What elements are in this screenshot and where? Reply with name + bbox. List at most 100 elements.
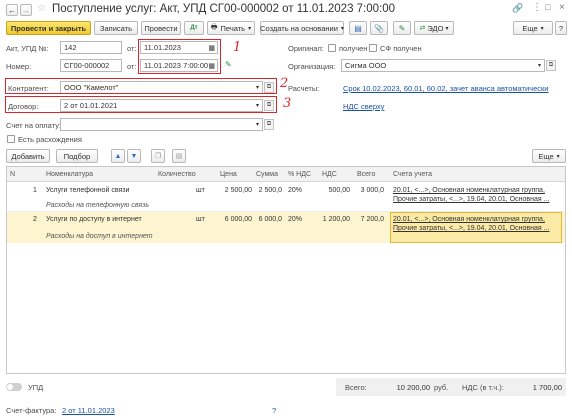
attach-button[interactable]: 📎 (370, 21, 388, 35)
vat-total-value: 1 700,00 (532, 383, 562, 392)
toggle-knob (7, 384, 13, 390)
row-number: 1 (33, 187, 37, 194)
row-total[interactable]: 3 000,0 (354, 187, 384, 194)
discrepancy-checkbox[interactable] (7, 135, 15, 143)
row-price[interactable]: 2 500,00 (218, 187, 252, 194)
write-button[interactable]: Записать (94, 21, 138, 35)
chevron-down-icon: ▾ (248, 25, 252, 32)
row-account-line-1[interactable]: 20.01, <...>, Основная номенклатурная гр… (393, 216, 545, 223)
number-field[interactable]: СГ00-000002 (60, 59, 122, 72)
favorite-star-icon[interactable]: ☆ (37, 3, 46, 14)
number-label: Номер: (6, 62, 32, 71)
original-label: Оригинал: (288, 44, 324, 53)
printer-icon: 🖶 (210, 23, 218, 31)
post-and-close-button[interactable]: Провести и закрыть (6, 21, 91, 35)
annotation-box-2 (5, 78, 277, 94)
annotation-box-3 (5, 96, 277, 113)
settlements-label: Расчеты: (288, 84, 320, 93)
chevron-down-icon: ▾ (445, 25, 449, 32)
row-total[interactable]: 7 200,0 (354, 216, 384, 223)
edo-button[interactable]: ⇄ ЭДО ▾ (414, 21, 454, 35)
help-link[interactable]: ? (272, 406, 276, 415)
edit-button[interactable]: ✎ (393, 21, 411, 35)
vat-total-label: НДС (в т.ч.): (462, 383, 504, 392)
sf-received-checkbox[interactable] (369, 44, 377, 52)
maximize-icon[interactable]: □ (545, 2, 550, 12)
row-sum[interactable]: 2 500,0 (254, 187, 282, 194)
col-qty: Количество (158, 171, 196, 178)
invoice-footer-label: Счет-фактура: (6, 406, 57, 415)
select-button[interactable]: Подбор (56, 149, 98, 163)
vat-on-top-link[interactable]: НДС сверху (343, 102, 384, 111)
edit-time-icon[interactable]: ✎ (225, 60, 232, 69)
add-row-button[interactable]: Добавить (6, 149, 50, 163)
datetime-field[interactable]: 11.01.2023 7:00:00 ▦ (140, 59, 218, 72)
row-item[interactable]: Услуги телефонной связи (46, 187, 129, 194)
total-label: Всего: (345, 383, 367, 392)
table-more-button[interactable]: Еще ▾ (532, 149, 566, 163)
row-account-line-1[interactable]: 20.01, <...>, Основная номенклатурная гр… (393, 187, 545, 194)
col-n: N (10, 171, 16, 178)
col-sum: Сумма (256, 171, 278, 178)
dropdown-icon[interactable]: ▾ (256, 121, 259, 128)
debit-credit-icon: Дт (190, 25, 198, 31)
row-content[interactable]: Расходы на доступ в интернет (46, 233, 153, 240)
help-button[interactable]: ? (555, 21, 567, 35)
row-sum[interactable]: 6 000,0 (254, 216, 282, 223)
doc-number-field[interactable]: 142 (60, 41, 122, 54)
upd-toggle[interactable] (6, 383, 22, 391)
more-button[interactable]: Еще ▾ (513, 21, 553, 35)
row-vat[interactable]: 1 200,00 (318, 216, 350, 223)
calendar-icon[interactable]: ▦ (208, 62, 215, 70)
print-label: Печать (220, 23, 246, 33)
row-account-line-2[interactable]: Прочие затраты, <...>, 19.04, 20.01, Осн… (393, 225, 549, 232)
forward-button[interactable]: → (20, 4, 32, 16)
organization-open-button[interactable]: ⧉ (546, 60, 556, 71)
invoice-footer-link[interactable]: 2 от 11.01.2023 (62, 406, 115, 415)
more-icon[interactable]: ⋮ (532, 2, 542, 13)
sf-received-label: СФ получен (380, 44, 422, 53)
datetime-value: 11.01.2023 7:00:00 (144, 61, 209, 70)
close-icon[interactable]: × (559, 2, 565, 13)
edo-icon: ⇄ (419, 25, 426, 32)
discrepancy-label: Есть расхождения (18, 135, 82, 144)
invoice-open-button[interactable]: ⧉ (264, 119, 274, 130)
more-label: Еще (522, 23, 538, 33)
invoice-field[interactable]: ▾ (60, 118, 263, 131)
col-vat: НДС (322, 171, 337, 178)
print-button[interactable]: 🖶 Печать ▾ (207, 21, 255, 35)
row-vat[interactable]: 500,00 (318, 187, 350, 194)
settlements-link[interactable]: Срок 10.02.2023, 60.01, 60.02, зачет ава… (343, 84, 548, 93)
dropdown-icon[interactable]: ▾ (538, 62, 541, 69)
debit-credit-button[interactable]: Дт (184, 21, 204, 35)
col-item: Номенклатура (46, 171, 93, 178)
table-more-label: Еще (538, 151, 554, 161)
create-basis-label: Создать на основании (260, 23, 338, 33)
annotation-number-3: 3 (283, 96, 292, 111)
row-content[interactable]: Расходы на телефонную связь (46, 202, 149, 209)
row-item[interactable]: Услуги по доступу в интернет (46, 216, 142, 223)
create-basis-button[interactable]: Создать на основании ▾ (260, 21, 344, 35)
paste-icon: ▤ (175, 153, 183, 160)
col-price: Цена (220, 171, 237, 178)
row-vat-rate[interactable]: 20% (288, 187, 302, 194)
from-label-1: от: (127, 44, 137, 53)
row-account-line-2[interactable]: Прочие затраты, <...>, 19.04, 20.01, Осн… (393, 196, 549, 203)
row-vat-rate[interactable]: 20% (288, 216, 302, 223)
arrow-up-icon: ▲ (114, 152, 122, 160)
organization-field[interactable]: Сигма ООО ▾ (341, 59, 545, 72)
row-number: 2 (33, 216, 37, 223)
link-icon[interactable]: 🔗 (512, 3, 523, 14)
move-up-button[interactable]: ▲ (111, 149, 125, 163)
row-price[interactable]: 6 000,00 (218, 216, 252, 223)
copy-icon: ❐ (154, 153, 162, 160)
received-checkbox[interactable] (328, 44, 336, 52)
organization-label: Организация: (288, 62, 336, 71)
report-button[interactable]: ▤ (349, 21, 367, 35)
copy-row-button[interactable]: ❐ (151, 149, 165, 163)
post-button[interactable]: Провести (141, 21, 181, 35)
doc-number-label: Акт, УПД №: (6, 44, 49, 53)
back-button[interactable]: ← (6, 4, 18, 16)
paste-row-button[interactable]: ▤ (172, 149, 186, 163)
move-down-button[interactable]: ▼ (127, 149, 141, 163)
